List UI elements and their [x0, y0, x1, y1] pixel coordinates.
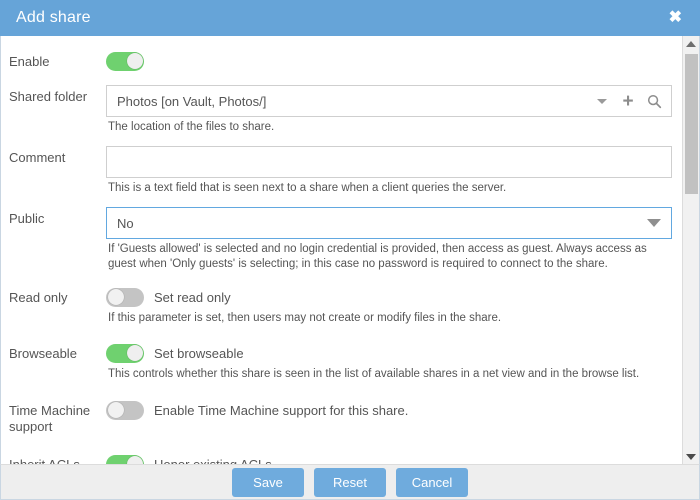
field-time-machine: Enable Time Machine support for this sha…: [106, 399, 672, 421]
hint-comment: This is a text field that is seen next t…: [106, 181, 672, 196]
time-machine-toggle-line: Enable Time Machine support for this sha…: [106, 399, 672, 421]
label-public: Public: [9, 207, 106, 227]
search-icon[interactable]: [641, 89, 667, 113]
browseable-toggle[interactable]: [106, 344, 144, 363]
label-browseable: Browseable: [9, 342, 106, 362]
public-select[interactable]: No: [106, 207, 672, 239]
field-row-comment: Comment This is a text field that is see…: [1, 146, 682, 196]
label-inherit-acls: Inherit ACLs: [9, 453, 106, 464]
dialog-body: Enable Shared folder Photos [on Vault, P…: [0, 36, 700, 464]
label-enable: Enable: [9, 50, 106, 70]
hint-shared-folder: The location of the files to share.: [106, 120, 672, 135]
cancel-button[interactable]: Cancel: [396, 468, 468, 497]
label-read-only: Read only: [9, 286, 106, 306]
field-row-enable: Enable: [1, 50, 682, 72]
dialog-title: Add share: [16, 9, 91, 27]
field-row-shared-folder: Shared folder Photos [on Vault, Photos/]…: [1, 85, 682, 135]
field-read-only: Set read only If this parameter is set, …: [106, 286, 672, 326]
enable-toggle-line: [106, 50, 672, 72]
inherit-acls-toggle[interactable]: [106, 455, 144, 465]
add-share-dialog: Add share ✖ Enable Shared folder Photos …: [0, 0, 700, 500]
field-public: No If 'Guests allowed' is selected and n…: [106, 207, 672, 272]
field-inherit-acls: Honor existing ACLs This parameter can b…: [106, 453, 672, 464]
triangle-down-icon[interactable]: [683, 449, 699, 464]
triangle-up-icon[interactable]: [683, 36, 699, 51]
field-browseable: Set browseable This controls whether thi…: [106, 342, 672, 382]
browseable-toggle-label: Set browseable: [154, 346, 244, 361]
inherit-acls-toggle-label: Honor existing ACLs: [154, 457, 272, 465]
browseable-toggle-line: Set browseable: [106, 342, 672, 364]
hint-public: If 'Guests allowed' is selected and no l…: [106, 242, 672, 272]
toggle-knob: [127, 456, 143, 464]
label-shared-folder: Shared folder: [9, 85, 106, 105]
toggle-knob: [108, 402, 124, 418]
label-comment: Comment: [9, 146, 106, 166]
field-row-read-only: Read only Set read only If this paramete…: [1, 286, 682, 326]
chevron-down-icon[interactable]: [647, 219, 661, 227]
reset-button[interactable]: Reset: [314, 468, 386, 497]
read-only-toggle-line: Set read only: [106, 286, 672, 308]
field-row-time-machine: Time Machine support Enable Time Machine…: [1, 399, 682, 435]
field-comment: This is a text field that is seen next t…: [106, 146, 672, 196]
chevron-down-icon[interactable]: [589, 89, 615, 113]
dialog-footer: Save Reset Cancel: [0, 464, 700, 500]
field-row-public: Public No If 'Guests allowed' is selecte…: [1, 207, 682, 272]
time-machine-toggle[interactable]: [106, 401, 144, 420]
read-only-toggle-label: Set read only: [154, 290, 231, 305]
toggle-knob: [108, 289, 124, 305]
toggle-knob: [127, 345, 143, 361]
enable-toggle[interactable]: [106, 52, 144, 71]
hint-read-only: If this parameter is set, then users may…: [106, 311, 672, 326]
form-scroll-region: Enable Shared folder Photos [on Vault, P…: [1, 36, 682, 464]
save-button[interactable]: Save: [232, 468, 304, 497]
time-machine-toggle-label: Enable Time Machine support for this sha…: [154, 403, 408, 418]
hint-browseable: This controls whether this share is seen…: [106, 367, 672, 382]
read-only-toggle[interactable]: [106, 288, 144, 307]
inherit-acls-toggle-line: Honor existing ACLs: [106, 453, 672, 464]
toggle-knob: [127, 53, 143, 69]
shared-folder-value: Photos [on Vault, Photos/]: [117, 94, 589, 109]
vertical-scrollbar[interactable]: [682, 36, 699, 464]
close-icon[interactable]: ✖: [665, 8, 686, 28]
plus-icon[interactable]: +: [615, 89, 641, 113]
shared-folder-input[interactable]: Photos [on Vault, Photos/] +: [106, 85, 672, 117]
field-row-browseable: Browseable Set browseable This controls …: [1, 342, 682, 382]
public-value: No: [117, 216, 647, 231]
comment-input[interactable]: [106, 146, 672, 178]
label-time-machine: Time Machine support: [9, 399, 106, 435]
scrollbar-thumb[interactable]: [685, 54, 698, 194]
field-enable: [106, 50, 672, 72]
field-shared-folder: Photos [on Vault, Photos/] + The locatio…: [106, 85, 672, 135]
field-row-inherit-acls: Inherit ACLs Honor existing ACLs This pa…: [1, 453, 682, 464]
dialog-titlebar: Add share ✖: [0, 0, 700, 36]
